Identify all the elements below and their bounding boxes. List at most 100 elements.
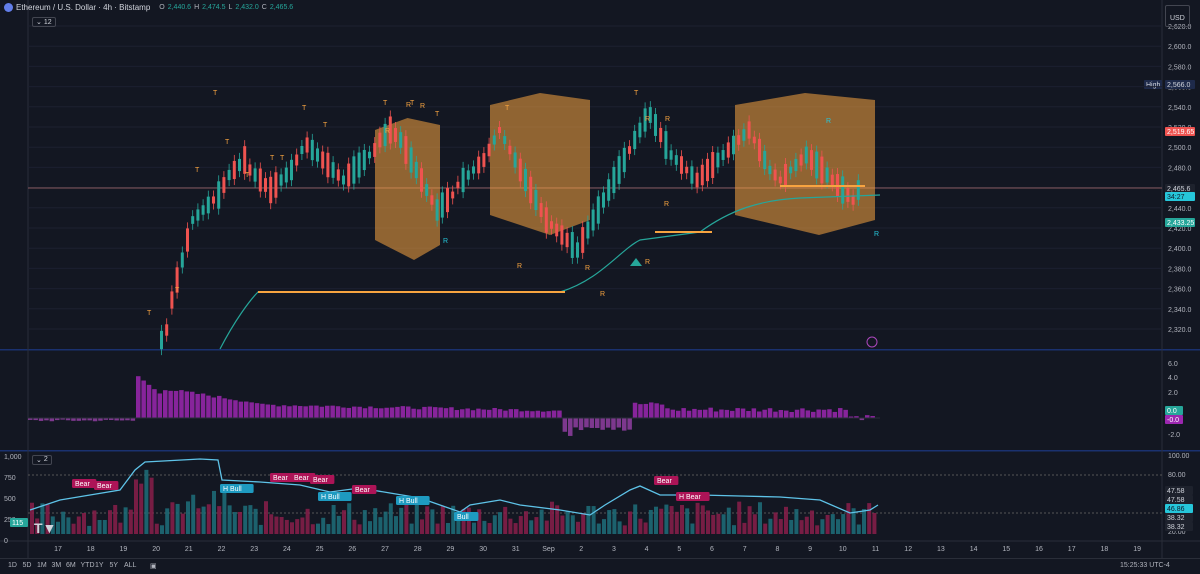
candle-body[interactable] (378, 132, 382, 148)
pane-divider[interactable] (0, 450, 1200, 452)
candle-body[interactable] (508, 145, 512, 155)
candle-body[interactable] (264, 178, 267, 192)
candle-body[interactable] (695, 172, 699, 188)
candle-body[interactable] (638, 122, 642, 138)
candle-body[interactable] (414, 161, 418, 179)
candle-body[interactable] (300, 146, 304, 154)
candle-body[interactable] (373, 143, 377, 157)
timeframe-button-6m[interactable]: 6M (66, 562, 76, 569)
candle-body[interactable] (274, 172, 278, 198)
timeframe-button-all[interactable]: ALL (124, 562, 136, 569)
candle-body[interactable] (534, 189, 538, 211)
candle-body[interactable] (326, 152, 330, 178)
candle-body[interactable] (570, 232, 574, 258)
candle-body[interactable] (456, 181, 460, 189)
candle-body[interactable] (305, 137, 309, 153)
candle-body[interactable] (685, 166, 689, 174)
indicators-toggle[interactable]: ⌄ 12 (32, 17, 56, 27)
candle-body[interactable] (747, 121, 751, 139)
candle-body[interactable] (446, 187, 449, 213)
candle-body[interactable] (659, 127, 663, 143)
currency-button[interactable]: USD (1165, 5, 1190, 27)
candle-body[interactable] (591, 209, 595, 231)
candle-body[interactable] (399, 132, 403, 148)
candle-body[interactable] (851, 195, 855, 205)
candle-body[interactable] (206, 196, 210, 214)
candle-body[interactable] (477, 156, 481, 174)
candle-body[interactable] (170, 291, 174, 309)
timeframe-button-5y[interactable]: 5Y (110, 562, 119, 569)
candle-body[interactable] (451, 191, 455, 199)
timeframe-button-1y[interactable]: 1Y (95, 562, 104, 569)
candle-body[interactable] (612, 166, 616, 194)
candle-body[interactable] (347, 163, 351, 187)
candle-body[interactable] (778, 176, 782, 184)
candle-body[interactable] (810, 150, 813, 170)
candle-body[interactable] (196, 209, 200, 221)
candle-body[interactable] (555, 223, 559, 237)
candle-body[interactable] (310, 139, 314, 161)
candle-body[interactable] (586, 221, 590, 239)
candle-body[interactable] (576, 242, 579, 258)
candle-body[interactable] (316, 148, 319, 162)
candle-body[interactable] (425, 184, 429, 196)
candle-body[interactable] (799, 154, 803, 166)
candle-body[interactable] (700, 164, 704, 186)
candle-body[interactable] (825, 167, 829, 183)
candle-body[interactable] (342, 175, 345, 185)
candle-body[interactable] (466, 170, 470, 180)
candle-body[interactable] (768, 165, 772, 175)
candle-body[interactable] (633, 130, 637, 150)
candle-body[interactable] (160, 330, 163, 350)
candle-body[interactable] (440, 192, 444, 218)
candle-body[interactable] (680, 156, 683, 174)
pane-toggle[interactable]: ⌄ 2 (32, 455, 52, 465)
candle-body[interactable] (518, 158, 522, 182)
candle-body[interactable] (435, 199, 439, 221)
candle-body[interactable] (227, 169, 231, 181)
candle-body[interactable] (404, 136, 408, 164)
candle-body[interactable] (487, 143, 491, 157)
timeframe-button-1m[interactable]: 1M (37, 562, 47, 569)
candle-body[interactable] (716, 152, 720, 168)
chart-canvas[interactable]: 2,620.02,600.02,580.02,560.02,540.02,520… (0, 0, 1200, 573)
candle-body[interactable] (368, 151, 371, 159)
candle-body[interactable] (258, 168, 262, 192)
candle-body[interactable] (721, 150, 725, 160)
candle-body[interactable] (773, 169, 777, 181)
candle-body[interactable] (529, 176, 533, 204)
candle-body[interactable] (191, 216, 195, 224)
candle-body[interactable] (690, 166, 694, 184)
candle-body[interactable] (498, 126, 501, 134)
candle-body[interactable] (269, 176, 273, 204)
pane-divider[interactable] (0, 349, 1200, 351)
candle-body[interactable] (742, 129, 746, 141)
candle-body[interactable] (758, 138, 761, 162)
candle-body[interactable] (492, 135, 496, 145)
candle-body[interactable] (607, 179, 611, 201)
candle-body[interactable] (394, 128, 397, 142)
candle-body[interactable] (654, 114, 657, 136)
candle-body[interactable] (539, 203, 543, 217)
candle-body[interactable] (352, 156, 356, 184)
timeframe-button-3m[interactable]: 3M (52, 562, 62, 569)
candle-body[interactable] (711, 152, 715, 178)
candle-body[interactable] (706, 158, 709, 182)
candle-body[interactable] (420, 168, 423, 192)
candle-body[interactable] (165, 324, 169, 336)
candle-body[interactable] (513, 152, 517, 168)
candle-body[interactable] (628, 146, 631, 154)
candle-body[interactable] (212, 196, 215, 204)
candle-body[interactable] (222, 177, 226, 193)
candle-body[interactable] (331, 162, 335, 178)
candle-body[interactable] (362, 149, 366, 171)
candle-body[interactable] (737, 135, 741, 145)
candle-body[interactable] (602, 192, 605, 208)
candle-body[interactable] (856, 180, 860, 200)
alert-marker-icon[interactable] (866, 336, 878, 348)
candle-body[interactable] (253, 168, 257, 182)
clock[interactable]: 15:25:33 UTC-4 (1120, 562, 1170, 569)
candle-body[interactable] (789, 166, 793, 174)
candle-body[interactable] (763, 150, 767, 170)
candle-body[interactable] (321, 151, 325, 169)
